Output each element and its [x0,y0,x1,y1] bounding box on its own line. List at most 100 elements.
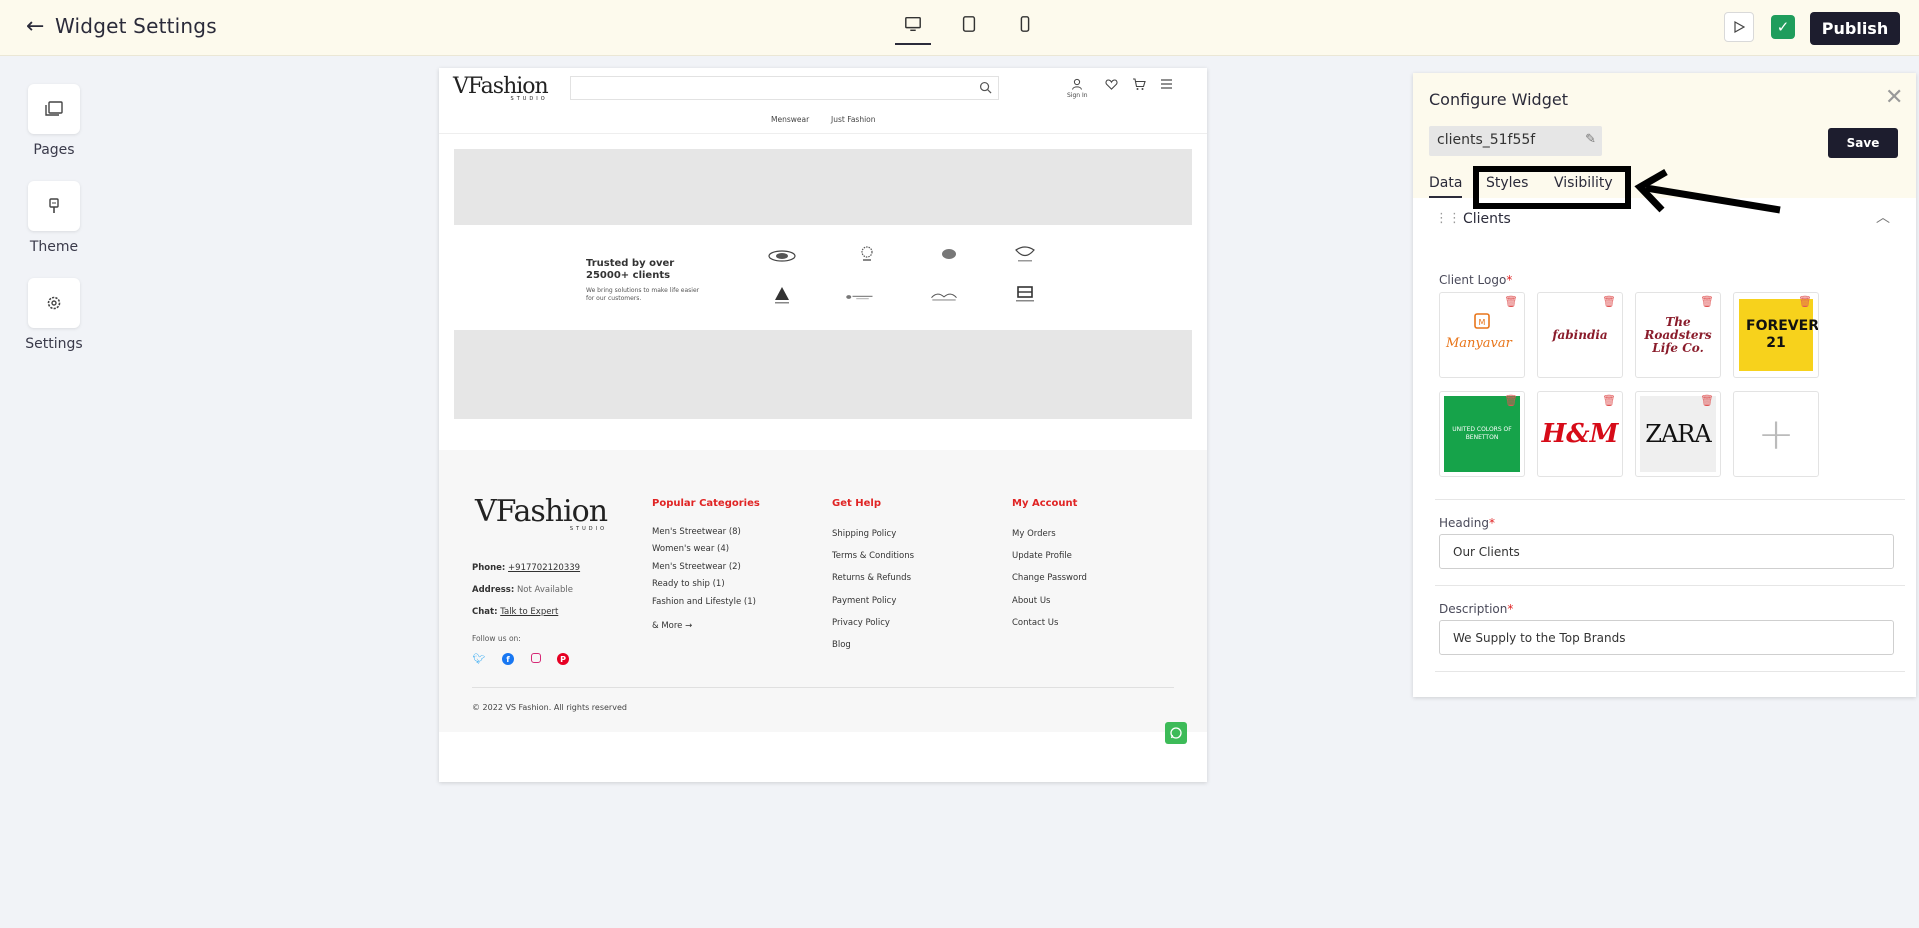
footer-col-get-help: Get Help [832,498,881,509]
footer-link[interactable]: Privacy Policy [832,618,890,628]
chat-link[interactable]: Talk to Expert [500,607,558,617]
footer-link[interactable]: Change Password [1012,573,1087,583]
client-logo-tile[interactable]: M Manyavar 🗑︎ [1439,292,1525,378]
client-logo-label: Client Logo* [1439,273,1513,287]
client-logo-tile[interactable]: The Roadsters Life Co. 🗑︎ [1635,292,1721,378]
follow-us-label: Follow us on: [472,634,521,643]
placeholder-block [454,149,1192,225]
client-logo-thumbnail [929,287,959,305]
divider [1435,671,1905,672]
preview-button[interactable] [1724,12,1754,42]
client-logo-tile[interactable]: FOREVER 21 🗑︎ [1733,292,1819,378]
instagram-icon[interactable] [531,653,541,663]
client-logo-thumbnail [1010,245,1040,263]
divider [1435,499,1905,500]
client-logo-tile[interactable]: UNITED COLORS OF BENETTON 🗑︎ [1439,391,1525,477]
delete-icon[interactable]: 🗑︎ [1798,295,1812,308]
sidebar-item-label: Theme [29,239,79,255]
heading-input[interactable] [1439,534,1894,569]
annotation-arrow-icon [1634,168,1781,214]
svg-text:M: M [1479,318,1486,327]
sign-in-button[interactable]: Sign In [1067,75,1088,99]
add-logo-button[interactable]: + [1733,391,1819,477]
tab-data[interactable]: Data [1429,175,1463,198]
delete-icon[interactable]: 🗑︎ [1700,295,1714,308]
sidebar-item-pages[interactable]: Pages [28,84,80,158]
client-logo-tile[interactable]: fabindia 🗑︎ [1537,292,1623,378]
description-label: Description* [1439,602,1514,616]
footer-logo[interactable]: VFashion STUDIO [475,494,608,532]
delete-icon[interactable]: 🗑︎ [1700,394,1714,407]
footer-link[interactable]: Terms & Conditions [832,551,914,561]
tablet-view-button[interactable] [951,15,987,45]
footer-more-link[interactable]: & More → [652,621,692,631]
mobile-view-button[interactable] [1007,15,1043,45]
footer-link[interactable]: Fashion and Lifestyle (1) [652,597,756,607]
footer-link[interactable]: Contact Us [1012,618,1058,628]
client-logo-tile[interactable]: H&M 🗑︎ [1537,391,1623,477]
gear-icon [47,296,61,310]
footer-link[interactable]: Payment Policy [832,596,896,606]
desktop-view-button[interactable] [895,15,931,45]
drag-handle-icon[interactable]: ⋮⋮ [1435,211,1461,226]
tab-visibility[interactable]: Visibility [1554,175,1613,191]
menu-icon[interactable] [1160,78,1173,90]
footer-link[interactable]: About Us [1012,596,1050,606]
delete-icon[interactable]: 🗑︎ [1504,394,1518,407]
client-logo-tile[interactable]: ZARA 🗑︎ [1635,391,1721,477]
panel-title: Configure Widget [1429,90,1568,109]
mobile-icon [1020,16,1030,32]
client-logo-thumbnail [1010,286,1040,304]
save-button[interactable]: Save [1828,128,1898,158]
description-input[interactable] [1439,620,1894,655]
pencil-icon[interactable]: ✎ [1585,132,1596,147]
close-icon[interactable]: ✕ [1885,87,1903,109]
footer-chat: Chat: Talk to Expert [472,607,559,617]
footer-link[interactable]: Blog [832,640,851,650]
footer-link[interactable]: My Orders [1012,529,1056,539]
publish-button[interactable]: Publish [1810,12,1900,45]
chevron-up-icon[interactable]: ︿ [1876,207,1890,227]
sidebar-item-settings[interactable]: Settings [25,278,83,352]
client-logo-thumbnail [767,247,797,265]
widget-id-field[interactable]: clients_51f55f ✎ [1429,126,1602,156]
configure-widget-panel: Configure Widget ✕ clients_51f55f ✎ Save… [1413,73,1916,697]
heart-icon[interactable] [1105,78,1118,91]
sidebar-item-theme[interactable]: Theme [28,181,80,255]
footer-link[interactable]: Men's Streetwear (8) [652,527,741,537]
whatsapp-button[interactable] [1165,722,1187,744]
site-nav-menswear[interactable]: Menswear [771,115,809,124]
delete-icon[interactable]: 🗑︎ [1602,295,1616,308]
copyright-text: © 2022 VS Fashion. All rights reserved [472,703,627,712]
footer-divider [472,687,1174,688]
site-logo[interactable]: VFashion STUDIO [453,74,549,102]
site-preview-canvas: VFashion STUDIO Sign In Menswear Just Fa… [439,68,1207,782]
search-icon [979,81,992,94]
pages-icon [45,101,63,116]
pinterest-icon[interactable]: P [557,653,569,665]
footer-link[interactable]: Men's Streetwear (2) [652,562,741,572]
phone-link[interactable]: +917702120339 [508,563,580,573]
delete-icon[interactable]: 🗑︎ [1602,394,1616,407]
footer-link[interactable]: Women's wear (4) [652,544,729,554]
footer-link[interactable]: Shipping Policy [832,529,896,539]
client-logo-thumbnail [845,288,875,306]
tab-styles[interactable]: Styles [1486,175,1528,191]
footer-link[interactable]: Returns & Refunds [832,573,911,583]
desktop-icon [905,16,921,32]
brush-icon [49,198,59,213]
footer-link[interactable]: Update Profile [1012,551,1072,561]
site-search-input[interactable] [570,76,999,100]
delete-icon[interactable]: 🗑︎ [1504,295,1518,308]
save-check-button[interactable]: ✓ [1771,15,1795,39]
footer-col-my-account: My Account [1012,498,1078,509]
back-arrow-icon[interactable]: ← [26,16,44,38]
client-logo-thumbnail [852,245,882,263]
footer-link[interactable]: Ready to ship (1) [652,579,725,589]
facebook-icon[interactable]: f [502,653,514,665]
clients-description: We bring solutions to make life easier f… [586,287,700,302]
divider [1435,585,1905,586]
site-nav-just-fashion[interactable]: Just Fashion [831,115,876,124]
cart-icon[interactable] [1132,78,1146,91]
twitter-icon[interactable]: 🐦︎ [473,653,486,665]
